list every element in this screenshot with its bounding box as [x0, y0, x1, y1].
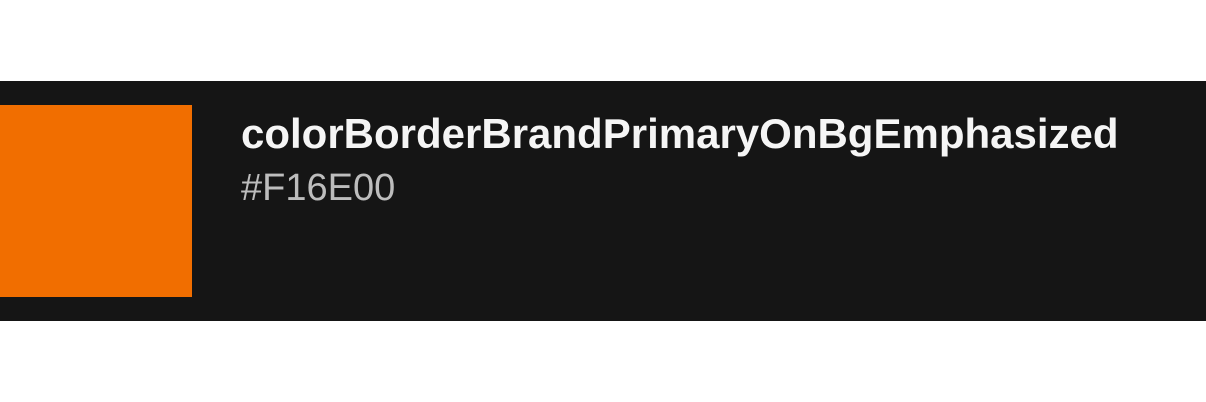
token-hex-value: #F16E00: [241, 167, 396, 209]
token-info: colorBorderBrandPrimaryOnBgEmphasized #F…: [241, 105, 1201, 213]
color-swatch: [0, 105, 192, 297]
token-name: colorBorderBrandPrimaryOnBgEmphasized: [241, 110, 1119, 157]
color-token-card: colorBorderBrandPrimaryOnBgEmphasized #F…: [0, 81, 1206, 321]
